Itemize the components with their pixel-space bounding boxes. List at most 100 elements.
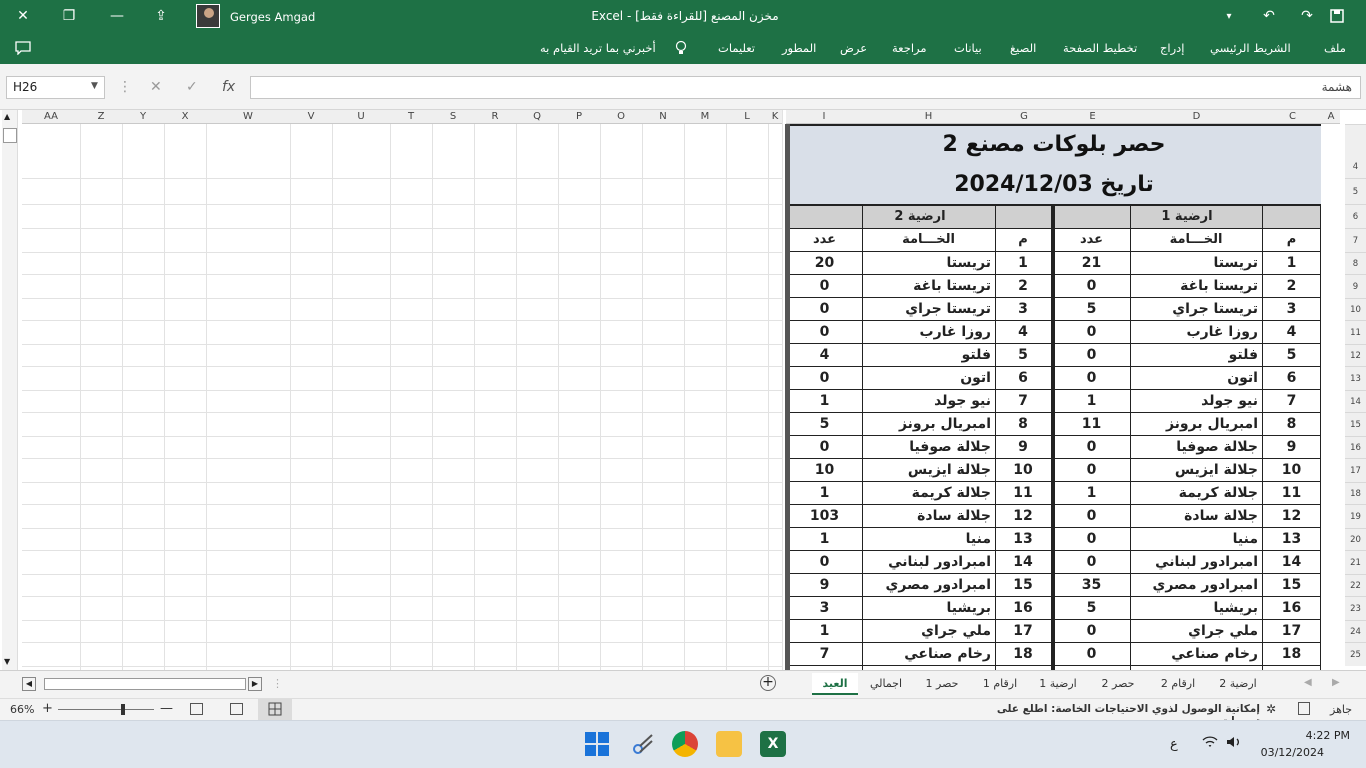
horizontal-scrollbar[interactable] — [44, 678, 246, 690]
row-number[interactable]: 17 — [1262, 620, 1321, 643]
row-number[interactable]: 18 — [995, 643, 1051, 666]
wifi-icon[interactable] — [1202, 735, 1218, 753]
count-floor-2[interactable]: 4 — [787, 344, 862, 367]
column-label-count[interactable]: عدد — [1053, 229, 1130, 252]
material-name[interactable]: رخام صناعي — [1130, 643, 1262, 666]
avatar[interactable] — [196, 4, 220, 28]
row-number[interactable]: 16 — [1262, 597, 1321, 620]
column-header-m[interactable]: M — [684, 110, 726, 124]
row-header[interactable]: 20 — [1345, 528, 1366, 550]
row-number[interactable]: 14 — [1262, 551, 1321, 574]
excel-taskbar-icon[interactable]: X — [760, 731, 786, 757]
zoom-in-icon[interactable]: + — [42, 701, 53, 716]
hscroll-right-icon[interactable]: ▶ — [248, 677, 262, 691]
material-name[interactable]: نيو جولد — [1130, 390, 1262, 413]
clock-date[interactable]: 03/12/2024 — [1250, 746, 1324, 759]
row-number[interactable]: 13 — [995, 528, 1051, 551]
column-header-p[interactable]: P — [558, 110, 600, 124]
count-floor-1[interactable]: 0 — [1053, 344, 1130, 367]
column-header-aa[interactable]: AA — [22, 110, 80, 124]
macro-icon[interactable] — [1298, 702, 1310, 715]
column-header-k[interactable]: K — [768, 110, 782, 124]
count-floor-1[interactable]: 0 — [1053, 436, 1130, 459]
row-header[interactable]: 7 — [1345, 228, 1366, 252]
column-header-g[interactable]: G — [995, 110, 1053, 124]
sheet-tab-floor-2[interactable]: ارضية 2 — [1208, 673, 1268, 695]
column-header-c[interactable]: C — [1263, 110, 1322, 124]
row-number[interactable]: 10 — [1262, 459, 1321, 482]
sheet-tab-numbers-1[interactable]: ارقام 1 — [973, 673, 1027, 695]
material-name[interactable]: جلالة صوفيا — [862, 436, 995, 459]
count-floor-2[interactable]: 0 — [787, 298, 862, 321]
row-number[interactable]: 4 — [995, 321, 1051, 344]
row-number[interactable]: 8 — [1262, 413, 1321, 436]
row-number[interactable]: 12 — [1262, 505, 1321, 528]
material-name[interactable]: تريستا جراي — [862, 298, 995, 321]
row-number[interactable]: 15 — [995, 574, 1051, 597]
redo-icon[interactable]: ↷ — [1296, 5, 1318, 27]
name-box-dropdown-icon[interactable]: ▼ — [91, 81, 98, 91]
row-header[interactable]: 10 — [1345, 298, 1366, 320]
column-label-material[interactable]: الخـــامة — [862, 229, 995, 252]
formula-input[interactable]: هشمة — [250, 76, 1361, 99]
file-explorer-icon[interactable] — [716, 731, 742, 757]
row-number[interactable]: 11 — [995, 482, 1051, 505]
row-header[interactable]: 8 — [1345, 252, 1366, 274]
page-break-view-icon[interactable] — [190, 703, 203, 715]
count-floor-1[interactable]: 5 — [1053, 298, 1130, 321]
sheet-tab-count-1[interactable]: حصر 1 — [915, 673, 969, 695]
zoom-out-icon[interactable]: — — [160, 701, 173, 716]
row-header[interactable]: 18 — [1345, 482, 1366, 504]
zoom-level[interactable]: 66% — [10, 703, 34, 716]
row-number[interactable]: 1 — [1262, 252, 1321, 275]
row-number[interactable]: 13 — [1262, 528, 1321, 551]
minimize-icon[interactable]: — — [106, 5, 128, 27]
column-header-h[interactable]: H — [862, 110, 995, 124]
count-floor-2[interactable]: 3 — [787, 597, 862, 620]
column-label-material[interactable]: الخـــامة — [1130, 229, 1262, 252]
column-header-y[interactable]: Y — [122, 110, 164, 124]
column-header-t[interactable]: T — [390, 110, 432, 124]
normal-view-icon[interactable] — [258, 699, 292, 720]
row-number[interactable]: 5 — [995, 344, 1051, 367]
tell-me-box[interactable]: أخبرني بما تريد القيام به — [540, 41, 656, 55]
clock-time[interactable]: 4:22 PM — [1250, 729, 1350, 742]
row-header[interactable]: 6 — [1345, 204, 1366, 228]
tab-page-layout[interactable]: تخطيط الصفحة — [1063, 41, 1137, 55]
count-floor-2[interactable]: 20 — [787, 252, 862, 275]
windows-start-icon[interactable] — [584, 731, 610, 757]
column-header-n[interactable]: N — [642, 110, 684, 124]
save-icon[interactable] — [1326, 5, 1348, 27]
tab-view[interactable]: عرض — [840, 41, 867, 55]
tab-file[interactable]: ملف — [1324, 41, 1346, 55]
count-floor-1[interactable]: 0 — [1053, 367, 1130, 390]
row-number[interactable]: 14 — [995, 551, 1051, 574]
row-header[interactable]: 25 — [1345, 642, 1366, 666]
row-number[interactable]: 11 — [1262, 482, 1321, 505]
column-header-l[interactable]: L — [726, 110, 768, 124]
row-number[interactable]: 6 — [995, 367, 1051, 390]
column-header-a[interactable]: A — [1322, 110, 1340, 124]
row-header[interactable]: 19 — [1345, 504, 1366, 528]
ribbon-display-icon[interactable]: ⇪ — [150, 5, 172, 27]
row-number[interactable]: 3 — [1262, 298, 1321, 321]
row-number[interactable]: 18 — [1262, 643, 1321, 666]
count-floor-1[interactable]: 0 — [1053, 459, 1130, 482]
splitter-icon[interactable]: ⋮ — [272, 677, 283, 690]
insert-function-icon[interactable]: fx — [222, 79, 235, 95]
vertical-scrollbar[interactable]: ▲ ▼ — [2, 110, 18, 670]
row-header[interactable]: 11 — [1345, 320, 1366, 344]
row-header[interactable]: 17 — [1345, 458, 1366, 482]
row-header[interactable]: 22 — [1345, 574, 1366, 596]
column-header-v[interactable]: V — [290, 110, 332, 124]
column-header-w[interactable]: W — [206, 110, 290, 124]
count-floor-1[interactable]: 0 — [1053, 528, 1130, 551]
material-name[interactable]: امبريال برونز — [862, 413, 995, 436]
qat-customize-icon[interactable]: ▾ — [1218, 5, 1240, 27]
count-floor-1[interactable]: 0 — [1053, 551, 1130, 574]
row-header[interactable]: 12 — [1345, 344, 1366, 366]
row-number[interactable]: 15 — [1262, 574, 1321, 597]
tab-help[interactable]: تعليمات — [718, 41, 755, 55]
count-floor-2[interactable]: 0 — [787, 321, 862, 344]
row-number[interactable]: 2 — [1262, 275, 1321, 298]
